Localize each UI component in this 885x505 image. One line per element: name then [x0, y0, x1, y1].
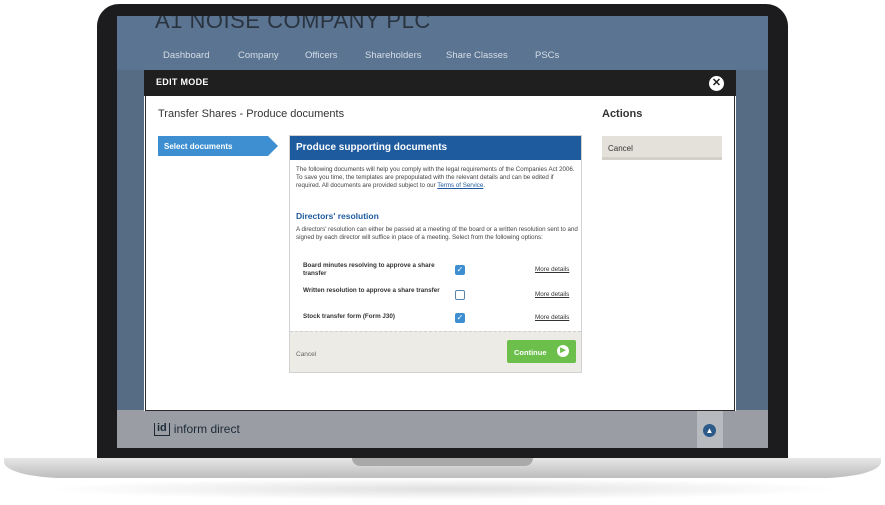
nav-pscs[interactable]: PSCs: [535, 50, 559, 61]
continue-label: Continue: [514, 348, 547, 357]
continue-button[interactable]: Continue ▶: [507, 340, 576, 363]
close-icon[interactable]: ✕: [709, 76, 724, 91]
company-name: A1 NOISE COMPANY PLC: [155, 16, 431, 33]
edit-modal: EDIT MODE ✕ Transfer Shares - Produce do…: [144, 70, 736, 411]
modal-content: Transfer Shares - Produce documents Acti…: [145, 96, 735, 411]
intro-text: The following documents will help you co…: [296, 166, 575, 189]
brand-mark-icon: id: [154, 422, 170, 436]
chevron-up-icon: ▲: [703, 424, 716, 437]
nav-shareholders[interactable]: Shareholders: [365, 50, 422, 61]
nav-company[interactable]: Company: [238, 50, 279, 61]
laptop-mockup: A1 NOISE COMPANY PLC Dashboard Company O…: [0, 0, 885, 505]
card-footer: Cancel Continue ▶: [290, 331, 581, 372]
laptop-notch: [352, 458, 533, 466]
resolution-description: A directors' resolution can either be pa…: [296, 226, 578, 241]
nav-share-classes[interactable]: Share Classes: [446, 50, 508, 61]
arrow-right-icon: ▶: [557, 345, 569, 357]
step-select-documents[interactable]: Select documents: [158, 136, 278, 156]
edit-mode-label: EDIT MODE: [156, 77, 209, 87]
cancel-link[interactable]: Cancel: [296, 351, 316, 358]
nav-dashboard[interactable]: Dashboard: [163, 50, 209, 61]
checkbox-board-minutes[interactable]: ✓: [455, 265, 465, 275]
more-details-link[interactable]: More details: [535, 266, 569, 273]
documents-card: Produce supporting documents The followi…: [289, 135, 582, 373]
modal-title-bar: EDIT MODE ✕: [144, 70, 736, 96]
brand-logo: id inform direct: [154, 422, 240, 436]
brand-name: inform direct: [173, 422, 240, 436]
doc-label-stock-transfer: Stock transfer form (Form J30): [303, 313, 396, 320]
actions-title: Actions: [602, 108, 643, 120]
terms-of-service-link[interactable]: Terms of Service: [437, 182, 483, 189]
card-heading: Produce supporting documents: [290, 136, 581, 160]
checkbox-stock-transfer[interactable]: ✓: [455, 313, 465, 323]
doc-label-board-minutes: Board minutes resolving to approve a sha…: [303, 262, 435, 277]
directors-resolution-heading: Directors' resolution: [296, 211, 379, 221]
laptop-shadow: [40, 478, 845, 500]
checkbox-written-resolution[interactable]: [455, 290, 465, 300]
doc-label-written-resolution: Written resolution to approve a share tr…: [303, 287, 440, 294]
actions-cancel-button[interactable]: Cancel: [602, 136, 722, 160]
app-footer: id inform direct ▲: [117, 408, 768, 448]
more-details-link[interactable]: More details: [535, 314, 569, 321]
nav-officers[interactable]: Officers: [305, 50, 338, 61]
screen: A1 NOISE COMPANY PLC Dashboard Company O…: [117, 16, 768, 448]
more-details-link[interactable]: More details: [535, 291, 569, 298]
app-header: A1 NOISE COMPANY PLC Dashboard Company O…: [117, 16, 768, 70]
scroll-top-button[interactable]: ▲: [697, 408, 723, 448]
page-title: Transfer Shares - Produce documents: [158, 108, 345, 120]
main-nav: Dashboard Company Officers Shareholders …: [117, 50, 768, 70]
